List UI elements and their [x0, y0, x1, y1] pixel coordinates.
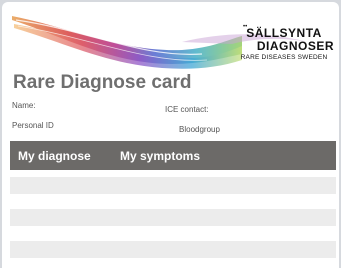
table-row — [10, 209, 336, 226]
rare-diagnose-card: •• SÄLLSYNTA DIAGNOSER RARE DISEASES SWE… — [2, 2, 339, 268]
sallsynta-diagnoser-logo: •• SÄLLSYNTA DIAGNOSER RARE DISEASES SWE… — [234, 24, 334, 66]
table-row — [10, 177, 336, 194]
logo-line-2: DIAGNOSER — [256, 39, 334, 53]
name-label: Name: — [12, 101, 36, 110]
table-row — [10, 241, 336, 258]
logo-line-1: SÄLLSYNTA — [246, 26, 322, 40]
bloodgroup-label: Bloodgroup — [179, 125, 220, 134]
personal-id-label: Personal ID — [12, 121, 54, 130]
column-header-my-diagnose: My diagnose — [18, 149, 91, 163]
ice-contact-label: ICE contact: — [165, 105, 209, 114]
column-header-my-symptoms: My symptoms — [120, 149, 201, 163]
logo-line-3: RARE DISEASES SWEDEN — [240, 54, 328, 61]
card-title: Rare Diagnose card — [13, 72, 192, 93]
table-header-bar: My diagnose My symptoms — [10, 141, 336, 170]
